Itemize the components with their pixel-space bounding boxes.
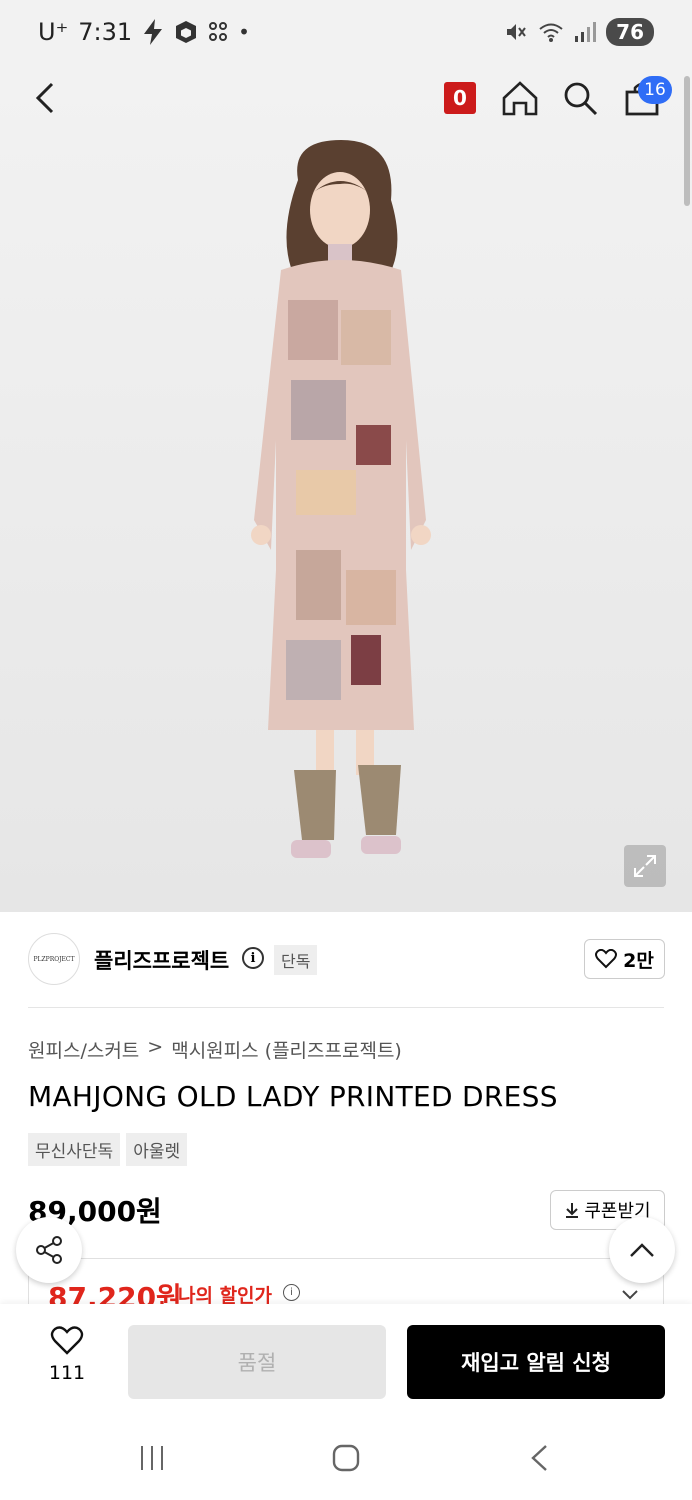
product-tag: 아울렛 (126, 1133, 188, 1166)
brand-like-button[interactable]: 2만 (584, 939, 665, 979)
model-figure (251, 140, 431, 858)
brand-logo[interactable]: PLZPROJECT (28, 933, 80, 985)
expand-image-button[interactable] (624, 845, 666, 887)
brand-like-count: 2만 (623, 949, 654, 972)
search-icon[interactable] (560, 78, 600, 118)
top-nav: 0 16 (0, 66, 692, 130)
heart-icon (50, 1326, 84, 1355)
system-nav-bar (0, 1414, 692, 1500)
breadcrumb: 원피스/스커트 > 맥시원피스 (플리즈프로젝트) (28, 1036, 402, 1063)
notification-badge[interactable]: 0 (444, 82, 476, 114)
restock-alert-button[interactable]: 재입고 알림 신청 (407, 1325, 665, 1399)
chevron-up-icon (630, 1243, 654, 1257)
scrollbar[interactable] (684, 76, 690, 206)
breadcrumb-category[interactable]: 원피스/스커트 (28, 1036, 139, 1063)
recent-apps-icon[interactable] (138, 1444, 166, 1472)
download-icon (566, 1203, 579, 1218)
brand-name[interactable]: 플리즈프로젝트 (94, 945, 229, 975)
battery-level: 76 (606, 18, 654, 46)
home-icon[interactable] (500, 78, 540, 118)
divider (28, 1007, 664, 1008)
wifi-icon (539, 23, 563, 42)
clock: 7:31 (78, 18, 133, 46)
product-page: U⁺ 7:31 • 76 0 16 PLZPROJECT 플리즈프로젝트 i 단… (0, 0, 692, 1500)
signal-icon (575, 22, 597, 42)
product-tags: 무신사단독 아울렛 (28, 1133, 188, 1166)
app-grid-icon (209, 22, 228, 41)
carrier-label: U⁺ (38, 18, 69, 46)
share-button[interactable] (16, 1217, 82, 1283)
soldout-button: 품절 (128, 1325, 386, 1399)
back-icon[interactable] (30, 80, 64, 116)
exclusive-tag: 단독 (274, 945, 318, 975)
product-title: MAHJONG OLD LADY PRINTED DRESS (28, 1080, 558, 1113)
my-price-info-icon[interactable]: i (283, 1284, 300, 1301)
cart-count-badge: 16 (638, 76, 672, 104)
home-nav-icon[interactable] (332, 1444, 360, 1472)
more-dot-icon: • (238, 20, 250, 44)
chevron-down-icon[interactable] (620, 1288, 640, 1302)
wish-button[interactable]: 111 (38, 1326, 96, 1384)
breadcrumb-separator: > (147, 1036, 164, 1058)
brand-row: PLZPROJECT 플리즈프로젝트 i 단독 2만 (28, 933, 665, 987)
breadcrumb-subcategory[interactable]: 맥시원피스 (플리즈프로젝트) (171, 1036, 402, 1063)
charging-icon (144, 19, 163, 45)
back-nav-icon[interactable] (528, 1444, 550, 1472)
bottom-action-bar: 111 품절 재입고 알림 신청 (0, 1304, 692, 1414)
app-cube-icon (176, 21, 197, 43)
brand-info-icon[interactable]: i (242, 947, 264, 969)
expand-icon (634, 855, 656, 877)
status-bar: U⁺ 7:31 • 76 (0, 0, 692, 66)
product-tag: 무신사단독 (28, 1133, 121, 1166)
scroll-top-button[interactable] (609, 1217, 675, 1283)
mute-icon (507, 24, 526, 40)
heart-icon (595, 949, 618, 969)
wish-count: 111 (48, 1362, 86, 1384)
share-icon (36, 1236, 62, 1264)
